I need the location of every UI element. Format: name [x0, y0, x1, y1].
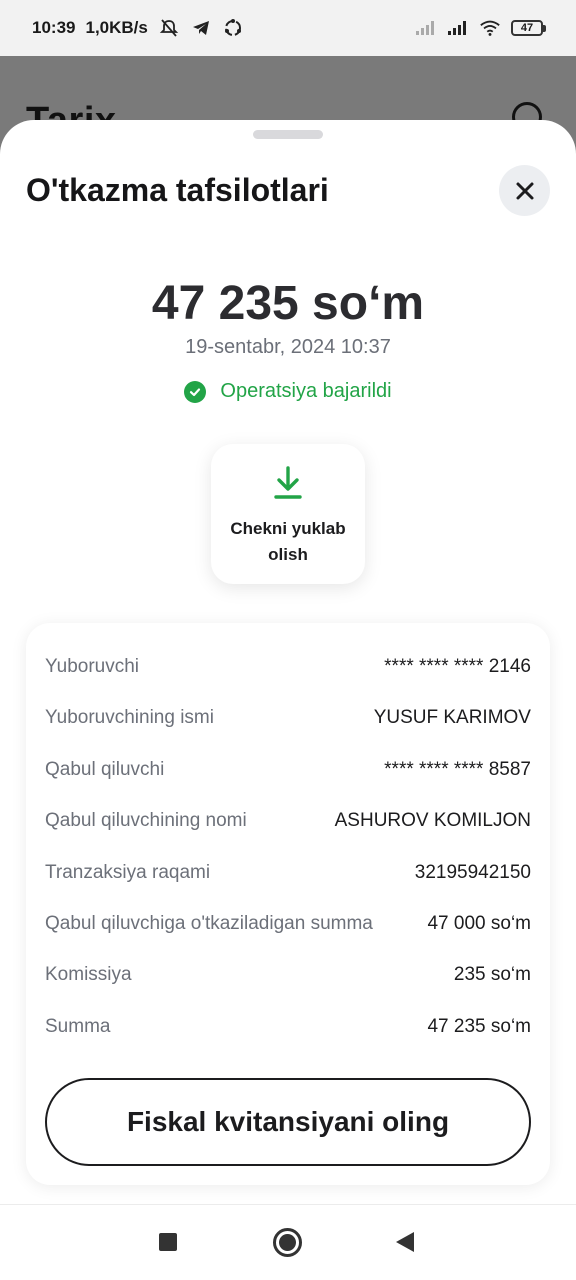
detail-label: Tranzaksiya raqami — [45, 862, 211, 883]
detail-label: Summa — [45, 1016, 111, 1037]
home-icon[interactable] — [273, 1228, 302, 1257]
signal-icon — [447, 17, 469, 39]
recents-icon[interactable] — [159, 1233, 177, 1251]
operation-status: Operatsiya bajarildi — [0, 380, 576, 403]
telegram-icon — [190, 17, 212, 39]
detail-row-recipient-card: Qabul qiluvchi **** **** **** 8587 — [45, 755, 531, 785]
sheet-title: O'tkazma tafsilotlari — [26, 172, 329, 208]
transfer-details-sheet: O'tkazma tafsilotlari 47 235 so‘m 19-sen… — [0, 120, 576, 1204]
fiscal-receipt-button[interactable]: Fiskal kvitansiyani oling — [45, 1078, 531, 1166]
wifi-icon — [479, 17, 501, 39]
detail-value: YUSUF KARIMOV — [373, 707, 531, 728]
detail-row-recipient-amount: Qabul qiluvchiga o'tkaziladigan summa 47… — [45, 909, 531, 939]
transfer-amount: 47 235 so‘m — [151, 277, 425, 330]
close-button[interactable] — [499, 165, 550, 216]
detail-value: 235 so‘m — [453, 964, 531, 985]
detail-label: Yuboruvchi — [45, 656, 140, 677]
detail-value: **** **** **** 8587 — [384, 759, 531, 780]
download-icon — [274, 466, 302, 499]
battery-level: 47 — [511, 20, 543, 36]
sync-icon — [222, 17, 244, 39]
navigation-bar — [0, 1204, 576, 1280]
detail-label: Qabul qiluvchiga o'tkaziladigan summa — [45, 913, 373, 934]
detail-row-total: Summa 47 235 so‘m — [45, 1012, 531, 1042]
close-icon — [516, 182, 533, 199]
detail-row-transaction-number: Tranzaksiya raqami 32195942150 — [45, 858, 531, 888]
transfer-date: 19-sentabr, 2024 10:37 — [185, 336, 391, 358]
detail-row-recipient-name: Qabul qiluvchining nomi ASHUROV KOMILJON — [45, 806, 531, 836]
status-time: 10:39 — [32, 18, 76, 37]
sheet-grabber[interactable] — [253, 130, 323, 139]
operation-status-text: Operatsiya bajarildi — [220, 380, 392, 402]
status-bar: 10:39 1,0KB/s 47 — [0, 0, 576, 56]
detail-value: **** **** **** 2146 — [384, 656, 531, 677]
detail-label: Yuboruvchining ismi — [45, 707, 214, 728]
signal-icon — [415, 17, 437, 39]
download-receipt-button[interactable]: Chekni yuklab olish — [211, 444, 365, 584]
detail-label: Komissiya — [45, 964, 132, 985]
battery-icon: 47 — [511, 20, 546, 36]
transfer-details-card: Yuboruvchi **** **** **** 2146 Yuboruvch… — [26, 623, 550, 1185]
detail-value: ASHUROV KOMILJON — [334, 810, 531, 831]
detail-row-sender-name: Yuboruvchining ismi YUSUF KARIMOV — [45, 703, 531, 733]
bell-off-icon — [158, 17, 180, 39]
detail-label: Qabul qiluvchi — [45, 759, 165, 780]
network-speed: 1,0KB/s — [85, 18, 148, 37]
detail-value: 47 000 so‘m — [427, 913, 531, 934]
detail-value: 32195942150 — [414, 862, 531, 883]
back-icon[interactable] — [396, 1232, 414, 1252]
detail-row-commission: Komissiya 235 so‘m — [45, 960, 531, 990]
detail-label: Qabul qiluvchining nomi — [45, 810, 247, 831]
download-receipt-label: Chekni yuklab olish — [230, 519, 346, 564]
check-circle-icon — [184, 380, 207, 403]
detail-row-sender-card: Yuboruvchi **** **** **** 2146 — [45, 652, 531, 682]
detail-value: 47 235 so‘m — [427, 1016, 531, 1037]
